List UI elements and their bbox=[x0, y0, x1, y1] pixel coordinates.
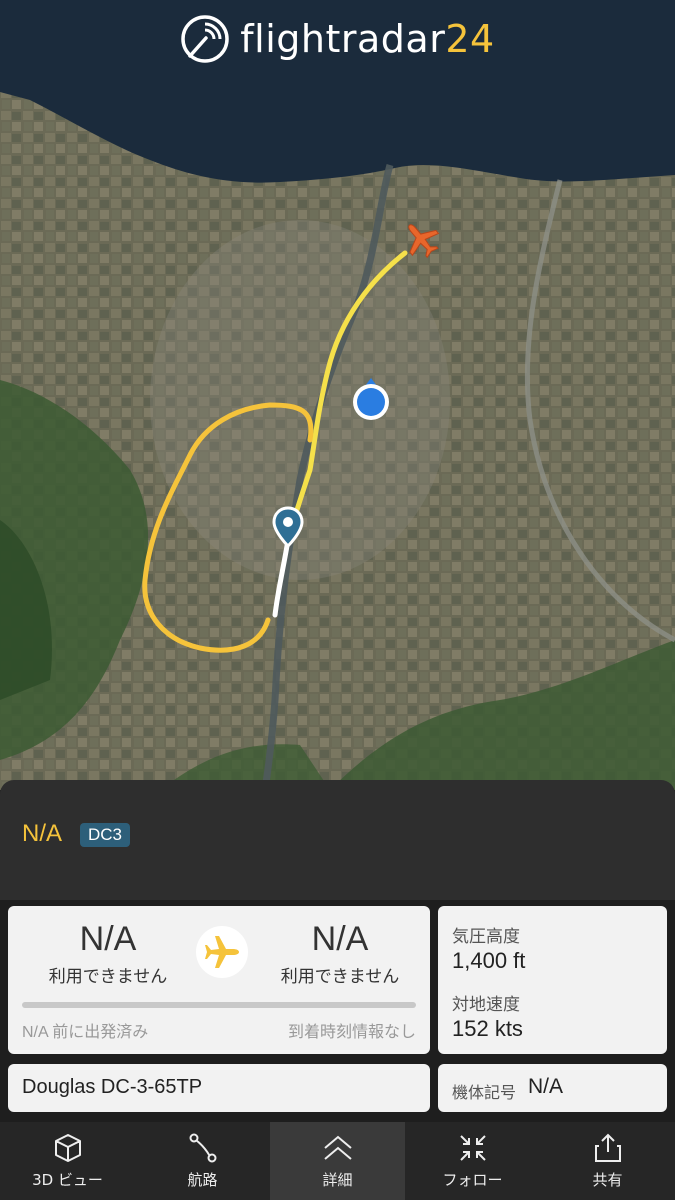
radar-logo-icon bbox=[181, 15, 230, 63]
altitude-label: 気圧高度 bbox=[452, 927, 520, 946]
route-card[interactable]: N/A 利用できません N/A 利用できません N/A 前に出発済み 到着時刻情… bbox=[8, 906, 430, 1054]
arrival-status: 到着時刻情報なし bbox=[287, 1024, 416, 1041]
aircraft-type-badge: DC3 bbox=[80, 823, 131, 847]
chevron-up-icon bbox=[323, 1135, 352, 1160]
bottom-tab-bar: 3D ビュー 航路 詳細 フォロー 共有 bbox=[0, 1122, 675, 1200]
departure-pin-icon bbox=[272, 506, 304, 548]
tab-label: 共有 bbox=[592, 1171, 623, 1189]
tab-label: 詳細 bbox=[322, 1171, 353, 1189]
origin-city: 利用できません bbox=[48, 967, 168, 986]
tab-label: 3D ビュー bbox=[32, 1171, 103, 1189]
registration-label: 機体記号 bbox=[452, 1085, 517, 1102]
tab-label: 航路 bbox=[187, 1171, 218, 1189]
aircraft-marker-icon[interactable] bbox=[400, 218, 442, 260]
altitude-value: 1,400 ft bbox=[452, 948, 526, 973]
app-logo: flightradar24 bbox=[0, 14, 675, 64]
aircraft-model: Douglas DC-3-65TP bbox=[22, 1076, 203, 1098]
route-plane-icon bbox=[196, 926, 248, 978]
departure-status: N/A 前に出発済み bbox=[22, 1024, 149, 1041]
tab-details[interactable]: 詳細 bbox=[270, 1122, 405, 1200]
speed-value: 152 kts bbox=[452, 1016, 523, 1041]
flight-progress-bar bbox=[22, 1002, 416, 1008]
tab-share[interactable]: 共有 bbox=[540, 1122, 675, 1200]
flight-summary-header[interactable]: N/A DC3 bbox=[0, 780, 675, 900]
destination-city: 利用できません bbox=[280, 967, 400, 986]
tab-label: フォロー bbox=[442, 1171, 503, 1189]
registration-card: 機体記号 N/A bbox=[438, 1064, 667, 1112]
tab-3d-view[interactable]: 3D ビュー bbox=[0, 1122, 135, 1200]
origin-code: N/A bbox=[79, 920, 137, 958]
route-icon bbox=[189, 1133, 216, 1163]
aircraft-model-card[interactable]: Douglas DC-3-65TP bbox=[8, 1064, 430, 1112]
flight-stats-card: 気圧高度 1,400 ft 対地速度 152 kts bbox=[438, 906, 667, 1054]
flight-id: N/A bbox=[22, 820, 63, 847]
flight-track bbox=[142, 250, 408, 653]
share-icon bbox=[594, 1133, 621, 1162]
user-location-icon bbox=[353, 378, 389, 420]
registration-value: N/A bbox=[528, 1075, 564, 1098]
destination-code: N/A bbox=[311, 920, 369, 958]
speed-label: 対地速度 bbox=[452, 995, 520, 1014]
tab-follow[interactable]: フォロー bbox=[405, 1122, 540, 1200]
tab-route[interactable]: 航路 bbox=[135, 1122, 270, 1200]
logo-wordmark: flightradar24 bbox=[240, 17, 495, 61]
map-view[interactable]: flightradar24 bbox=[0, 0, 675, 790]
cube-icon bbox=[54, 1134, 81, 1162]
collapse-arrows-icon bbox=[459, 1135, 486, 1161]
